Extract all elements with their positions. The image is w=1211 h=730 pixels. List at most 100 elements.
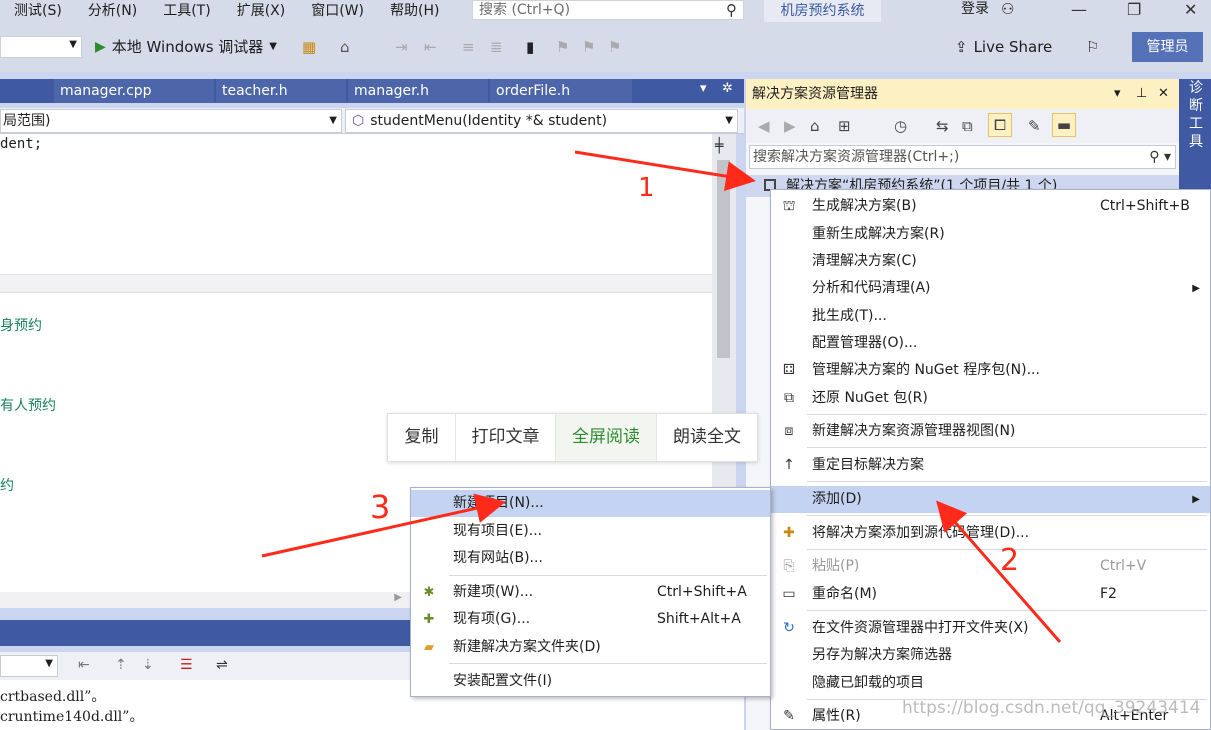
menu-test[interactable]: 测试(S) [0,0,75,22]
scope-combo[interactable]: 局范围) ▼ [0,109,342,133]
split-icon[interactable]: ╪ [715,138,723,154]
next-message-icon[interactable]: ⇣ [142,657,154,673]
switch-view-icon[interactable]: ⊞ [838,117,851,135]
member-combo[interactable]: ⬡ studentMenu(Identity *& student) ▼ [345,109,738,133]
clear-all-icon[interactable]: ☰ [180,657,193,673]
scroll-thumb[interactable] [717,160,730,358]
tab-manager-cpp[interactable]: manager.cpp [54,79,216,103]
solution-explorer-search-input[interactable]: 搜索解决方案资源管理器(Ctrl+;) ⚲ ▾ [749,145,1176,169]
menu-item-clean[interactable]: 清理解决方案(C) [771,248,1210,275]
submenu-item-new-item[interactable]: ✱ 新建项(W)... Ctrl+Shift+A [411,579,770,606]
prev-message-icon[interactable]: ⇡ [115,657,127,673]
comment-icon[interactable]: ≡ [462,36,475,58]
menu-item-batch-build[interactable]: 批生成(T)... [771,303,1210,330]
word-wrap-icon[interactable]: ⇌ [216,657,228,673]
pending-changes-icon[interactable]: ◷ [894,117,907,135]
menu-tools[interactable]: 工具(T) [150,0,223,22]
copy-button[interactable]: 复制 [388,414,456,461]
close-icon[interactable]: ✕ [1184,0,1197,20]
feedback-icon[interactable]: ⚐ [1086,36,1099,58]
restore-icon[interactable]: ❐ [1127,0,1141,20]
forward-icon[interactable]: ▶ [784,117,796,135]
chevron-down-icon[interactable]: ▾ [1114,79,1121,109]
next-bookmark-icon[interactable]: ⚑ [582,36,595,58]
global-search-input[interactable]: 搜索 (Ctrl+Q) ⚲ [472,0,744,20]
menu-item-manage-nuget[interactable]: ⚃ 管理解决方案的 NuGet 程序包(N)... [771,357,1210,384]
tab-manager-h[interactable]: manager.h [348,79,490,103]
pin-icon[interactable]: ⊥ [1136,79,1147,109]
menu-help[interactable]: 帮助(H) [377,0,452,22]
menu-item-config-manager[interactable]: 配置管理器(O)... [771,330,1210,357]
scroll-right-icon[interactable]: ▶ [394,592,402,603]
print-article-button[interactable]: 打印文章 [456,414,556,461]
submenu-item-new-solution-folder[interactable]: ▰ 新建解决方案文件夹(D) [411,634,770,661]
login-link[interactable]: 登录 [961,0,989,18]
menu-item-shortcut: Ctrl+Shift+B [1100,198,1190,214]
output-line: crtbased.dll”。 [0,689,106,705]
close-icon[interactable]: ✕ [1158,79,1169,109]
sync-icon[interactable]: ⇆ [936,117,949,135]
read-aloud-button[interactable]: 朗读全文 [657,414,757,461]
menu-item-label: 粘贴(P) [812,558,860,574]
menu-item-new-view[interactable]: ⧈ 新建解决方案资源管理器视图(N) [771,418,1210,445]
output-source-combo[interactable]: ▼ [0,655,58,677]
home-icon[interactable]: ⌂ [340,36,350,58]
step-icon[interactable]: ⇥ [395,36,408,58]
minimize-icon[interactable]: — [1071,0,1087,20]
menu-item-label: 在文件资源管理器中打开文件夹(X) [812,620,1029,636]
collapse-all-icon[interactable]: ⧉ [962,117,973,135]
fullscreen-read-button[interactable]: 全屏阅读 [556,414,657,461]
bookmark-icon[interactable]: ▮ [526,36,534,58]
back-icon[interactable]: ◀ [758,117,770,135]
preview-icon[interactable]: ▬ [1052,113,1076,137]
prev-bookmark-icon[interactable]: ⚑ [556,36,569,58]
submenu-item-existing-item[interactable]: ✚ 现有项(G)... Shift+Alt+A [411,606,770,633]
watermark: https://blog.csdn.net/qq_39243414 [902,698,1201,718]
menu-extensions[interactable]: 扩展(X) [224,0,299,22]
menu-window[interactable]: 窗口(W) [298,0,377,22]
wrench-icon[interactable]: ✎ [1028,117,1041,135]
menu-item-rebuild[interactable]: 重新生成解决方案(R) [771,221,1210,248]
home-icon[interactable]: ⌂ [810,117,820,135]
submenu-arrow-icon: ▶ [1192,494,1200,505]
submenu-item-label: 新建项目(N)... [453,495,544,511]
submenu-item-existing-project[interactable]: 现有项目(E)... [411,518,770,545]
menu-item-analyze[interactable]: 分析和代码清理(A) ▶ [771,275,1210,302]
menu-item-paste[interactable]: ⎘ 粘贴(P) Ctrl+V [771,553,1210,580]
menu-analyze[interactable]: 分析(N) [75,0,150,22]
menu-item-save-filter[interactable]: 另存为解决方案筛选器 [771,642,1210,669]
output-line: cruntime140d.dll”。 [0,709,144,725]
admin-button[interactable]: 管理员 [1132,32,1203,62]
find-message-icon[interactable]: ⇤ [78,657,90,673]
file-icon[interactable]: ▦ [302,36,316,58]
solution-explorer-title: 解决方案资源管理器 [752,86,878,102]
tab-teacher-h[interactable]: teacher.h [216,79,348,103]
menu-item-rename[interactable]: ▭ 重命名(M) F2 [771,581,1210,608]
editor-horizontal-scrollbar[interactable]: ▶ [0,592,410,608]
menu-item-restore-nuget[interactable]: ⧉ 还原 NuGet 包(R) [771,385,1210,412]
menu-item-add[interactable]: 添加(D) ▶ [771,486,1210,513]
user-icon[interactable]: ⚇ [1001,0,1014,18]
menu-separator [807,447,1207,448]
submenu-item-existing-website[interactable]: 现有网站(B)... [411,545,770,572]
menu-item-open-folder[interactable]: ↻ 在文件资源管理器中打开文件夹(X) [771,615,1210,642]
gear-icon[interactable]: ✲ [722,81,733,96]
menu-item-label: 隐藏已卸载的项目 [812,675,924,691]
menu-item-build[interactable]: ⛫ 生成解决方案(B) Ctrl+Shift+B [771,193,1210,220]
chevron-down-icon: ▼ [725,115,733,126]
clear-bookmark-icon[interactable]: ⚑ [608,36,621,58]
uncomment-icon[interactable]: ≣ [490,36,503,58]
live-share-button[interactable]: ⇪ Live Share [955,36,1052,58]
menu-item-add-source-control[interactable]: ✚ 将解决方案添加到源代码管理(D)... [771,520,1210,547]
step-out-icon[interactable]: ⇤ [424,36,437,58]
run-debugger-button[interactable]: ▶ 本地 Windows 调试器 ▼ [95,36,277,58]
platform-combo[interactable]: ▼ [0,36,82,58]
menu-item-label: 属性(R) [812,708,861,724]
show-all-files-icon[interactable]: ⧠ [988,113,1012,137]
submenu-item-new-project[interactable]: 新建项目(N)... [411,490,770,517]
tab-dropdown-icon[interactable]: ▾ [700,81,707,96]
menu-item-hide-unloaded[interactable]: 隐藏已卸载的项目 [771,670,1210,697]
submenu-item-install-config[interactable]: 安装配置文件(I) [411,668,770,695]
tab-orderfile-h[interactable]: orderFile.h [490,79,634,103]
menu-item-retarget[interactable]: ↑ 重定目标解决方案 [771,452,1210,479]
